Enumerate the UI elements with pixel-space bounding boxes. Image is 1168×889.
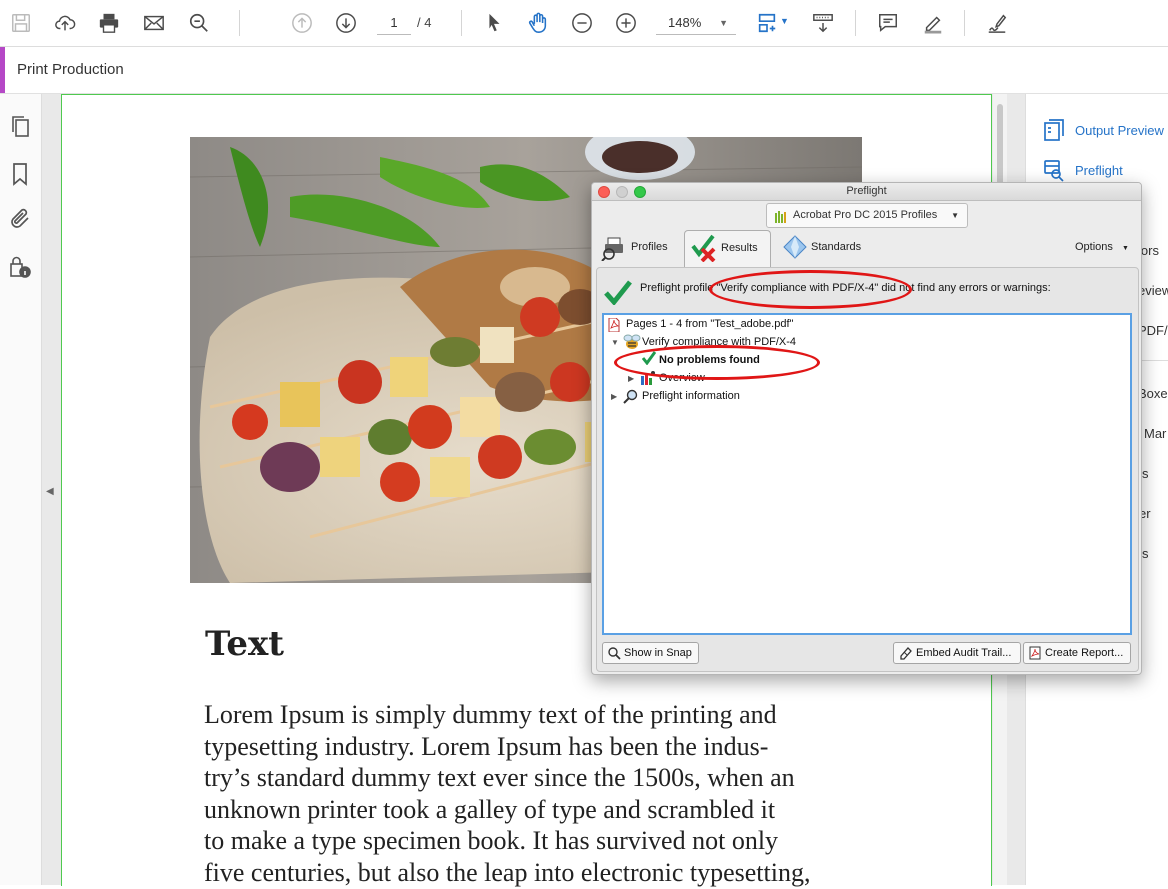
zoom-select[interactable]: 148% ▼ [656, 12, 736, 35]
collapse-left-pane-icon[interactable]: ◀ [46, 486, 54, 497]
toolbar-separator [461, 10, 462, 36]
tab-standards-label: Standards [811, 241, 862, 253]
body-line: to make a type specimen book. It has sur… [204, 826, 779, 856]
preflight-icon[interactable] [1042, 158, 1066, 182]
tree-item-info[interactable]: Preflight information [642, 390, 740, 402]
tree-item-pages[interactable]: Pages 1 - 4 from "Test_adobe.pdf" [626, 318, 793, 330]
fit-page-icon[interactable] [754, 10, 780, 36]
panel-item[interactable]: Boxes [1138, 386, 1168, 401]
tab-standards[interactable]: Standards [783, 230, 883, 266]
hand-icon[interactable] [525, 10, 551, 36]
tree-collapsed-icon[interactable]: ▶ [611, 392, 617, 401]
info-magnifier-icon [623, 389, 638, 404]
scroll-mode-icon[interactable] [810, 10, 836, 36]
tool-title: Print Production [17, 61, 124, 78]
options-menu[interactable]: Options ▼ [1075, 241, 1129, 253]
document-body: Lorem Ipsum is simply dummy text of the … [204, 699, 824, 889]
preflight-link[interactable]: Preflight [1075, 163, 1123, 178]
create-report-label: Create Report... [1045, 647, 1124, 659]
chevron-down-icon: ▼ [951, 211, 959, 220]
panel-item[interactable]: s [1142, 546, 1149, 561]
preflight-dialog: Preflight Acrobat Pro DC 2015 Profiles ▼… [591, 182, 1142, 675]
panel-item[interactable]: s [1142, 466, 1149, 481]
output-preview-icon[interactable] [1042, 118, 1066, 142]
email-icon[interactable] [141, 10, 167, 36]
tab-profiles[interactable]: Profiles [601, 230, 681, 266]
show-in-snap-label: Show in Snap [624, 647, 692, 659]
toolbar-separator [964, 10, 965, 36]
select-cursor-icon[interactable] [481, 10, 507, 36]
success-check-icon [604, 279, 632, 306]
zoom-value: 148% [668, 15, 702, 30]
results-check-x-icon [691, 234, 717, 263]
body-line: typesetting industry. Lorem Ipsum has be… [204, 731, 769, 761]
output-preview-link[interactable]: Output Preview [1075, 123, 1164, 138]
pdf-file-icon [607, 317, 621, 333]
panel-item[interactable]: eview [1138, 283, 1168, 298]
profile-bars-icon [775, 209, 787, 223]
highlight-ellipse-result [614, 345, 820, 380]
print-icon[interactable] [96, 10, 122, 36]
bookmark-icon[interactable] [8, 162, 32, 186]
tool-header: Print Production [0, 47, 1168, 94]
attachment-icon[interactable] [8, 207, 32, 231]
sign-icon[interactable] [984, 10, 1010, 36]
chevron-down-icon: ▼ [719, 18, 728, 28]
tab-results-label: Results [721, 242, 758, 254]
create-report-button[interactable]: Create Report... [1023, 642, 1131, 664]
page-number-input[interactable]: 1 [377, 12, 411, 35]
body-line: Lorem Ipsum is simply dummy text of the … [204, 700, 777, 729]
fit-menu-chevron-icon[interactable]: ▼ [780, 16, 789, 26]
profiles-printer-icon [601, 235, 629, 262]
profile-library-label: Acrobat Pro DC 2015 Profiles [793, 209, 938, 221]
document-heading: Text [205, 624, 285, 664]
comment-icon[interactable] [875, 10, 901, 36]
report-icon [1028, 646, 1042, 660]
highlight-icon[interactable] [920, 10, 946, 36]
upload-icon[interactable] [52, 10, 78, 36]
toolbar-separator [239, 10, 240, 36]
highlight-ellipse-profile [709, 270, 912, 309]
search-icon[interactable] [186, 10, 212, 36]
panel-divider [1139, 360, 1168, 361]
body-line: five centuries, but also the leap into e… [204, 857, 811, 887]
page-total-label: / 4 [417, 15, 432, 30]
tool-accent-bar [0, 47, 5, 93]
embed-audit-trail-label: Embed Audit Trail... [916, 647, 1012, 659]
dialog-title: Preflight [846, 185, 887, 197]
chevron-down-icon: ▼ [1121, 245, 1129, 252]
profile-wasp-icon [623, 334, 641, 350]
main-toolbar: 1 / 4 148% ▼ ▼ [0, 0, 1168, 47]
options-label: Options [1075, 241, 1113, 253]
security-icon[interactable] [8, 256, 32, 280]
tab-results[interactable]: Results [684, 230, 771, 267]
panel-item[interactable]: PDF/X [1138, 323, 1168, 338]
audit-trail-icon [899, 646, 913, 660]
zoom-out-icon[interactable] [569, 10, 595, 36]
show-in-snap-button[interactable]: Show in Snap [602, 642, 699, 664]
panel-item[interactable]: Mar [1144, 426, 1166, 441]
zoom-in-icon[interactable] [613, 10, 639, 36]
profile-library-select[interactable]: Acrobat Pro DC 2015 Profiles ▼ [766, 203, 968, 228]
body-line: unknown printer took a galley of type an… [204, 794, 776, 824]
dialog-titlebar[interactable]: Preflight [592, 183, 1141, 201]
page-down-icon[interactable] [333, 10, 359, 36]
save-icon[interactable] [8, 10, 34, 36]
standards-diamond-icon [783, 235, 807, 259]
embed-audit-trail-button[interactable]: Embed Audit Trail... [893, 642, 1021, 664]
tab-profiles-label: Profiles [631, 241, 668, 253]
page-up-icon[interactable] [289, 10, 315, 36]
tree-collapsed-icon[interactable]: ▶ [628, 374, 634, 383]
left-nav-pane [0, 94, 42, 885]
snap-magnifier-icon [607, 646, 621, 660]
pages-icon[interactable] [8, 114, 32, 138]
body-line: try’s standard dummy text ever since the… [204, 763, 795, 793]
tree-expanded-icon[interactable]: ▼ [611, 338, 619, 347]
toolbar-separator [855, 10, 856, 36]
